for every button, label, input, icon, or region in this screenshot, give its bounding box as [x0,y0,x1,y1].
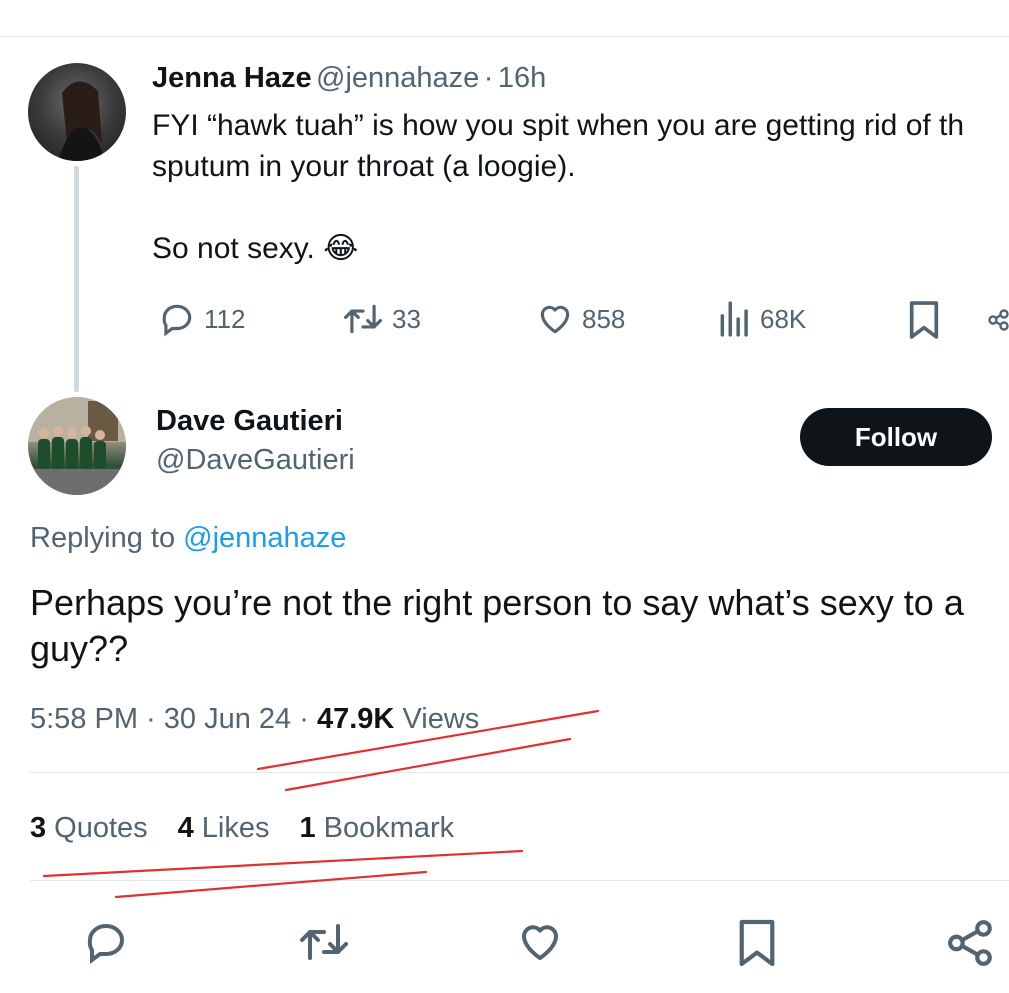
annotation-strike-line [114,870,428,899]
annotation-overlay [42,709,600,899]
annotation-strike-line [284,737,572,792]
annotation-strike-line [256,709,600,771]
annotation-strike-line [42,849,524,878]
